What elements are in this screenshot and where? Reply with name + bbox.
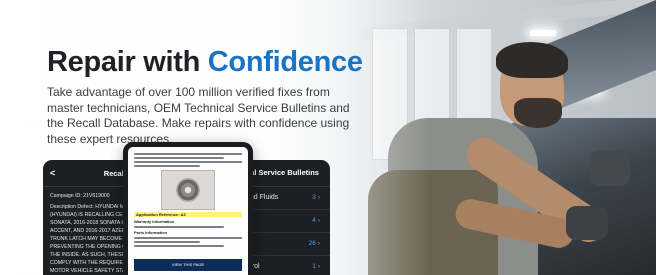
text-line: [134, 241, 200, 243]
hub-icon: [176, 178, 200, 202]
chevron-right-icon: ›: [317, 263, 320, 270]
view-page-button[interactable]: VIEW THIS PAGE: [134, 259, 242, 271]
chevron-left-icon[interactable]: <: [50, 168, 55, 178]
chevron-right-icon: ›: [317, 240, 320, 247]
section-label: Warranty Information: [134, 219, 175, 224]
view-page-label: VIEW THIS PAGE: [171, 262, 205, 267]
headline-accent: Confidence: [207, 46, 363, 78]
chevron-right-icon: ›: [317, 194, 320, 201]
tsb-count-badge: 4 ›: [312, 210, 320, 232]
tsb-count: 26: [308, 240, 316, 247]
tsb-count-badge: 26 ›: [309, 233, 320, 255]
text-line: [134, 157, 224, 159]
chevron-right-icon: ›: [317, 217, 320, 224]
bulletin-document[interactable]: Application Reference: A3 Warranty Infor…: [128, 147, 248, 275]
glove-icon: [590, 150, 630, 186]
text-line: [134, 245, 224, 247]
text-line: [134, 161, 242, 163]
section-label: Parts Information: [134, 230, 168, 235]
tsb-count: 3: [312, 194, 316, 201]
wheel-hub-image: [161, 170, 215, 210]
text-line: [134, 165, 200, 167]
tsb-count: 4: [312, 217, 316, 224]
mechanic-hair: [496, 42, 568, 78]
glove-icon: [566, 206, 608, 240]
ceiling-light: [530, 30, 556, 36]
hero-banner: Repair with Confidence Take advantage of…: [0, 0, 656, 275]
headline-text: Repair with: [47, 46, 208, 78]
tsb-count-badge: 1 ›: [312, 256, 320, 275]
tsb-count: 1: [312, 263, 316, 270]
tsb-count-badge: 3 ›: [312, 187, 320, 209]
text-line: [134, 237, 242, 239]
mechanic-beard: [514, 98, 562, 128]
hero-description: Take advantage of over 100 million verif…: [47, 85, 350, 146]
page-headline: Repair with Confidence: [47, 46, 363, 79]
text-line: [134, 153, 242, 155]
bulletin-phone: Application Reference: A3 Warranty Infor…: [123, 142, 253, 275]
